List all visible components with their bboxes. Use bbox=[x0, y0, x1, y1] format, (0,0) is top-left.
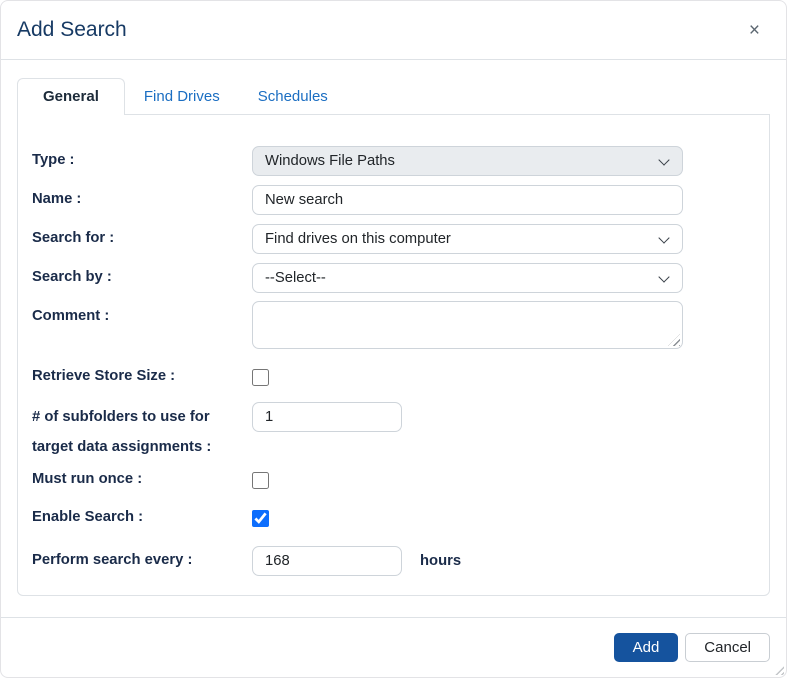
tab-bar: General Find Drives Schedules bbox=[17, 78, 770, 114]
dialog-footer: Add Cancel bbox=[1, 617, 786, 677]
retrieve-store-size-label: Retrieve Store Size : bbox=[32, 367, 252, 387]
page-title: Add Search bbox=[17, 18, 127, 42]
search-by-select[interactable]: --Select-- bbox=[252, 263, 683, 293]
type-select[interactable]: Windows File Paths bbox=[252, 146, 683, 176]
hours-suffix-label: hours bbox=[420, 553, 461, 569]
add-search-dialog: Add Search × General Find Drives Schedul… bbox=[0, 0, 787, 678]
must-run-once-label: Must run once : bbox=[32, 470, 252, 490]
form-row-search-for: Search for : Find drives on this compute… bbox=[32, 224, 755, 254]
add-button[interactable]: Add bbox=[614, 633, 679, 662]
form-row-enable-search: Enable Search : bbox=[32, 508, 755, 528]
tab-content-general: Type : Windows File Paths Name : Search … bbox=[17, 114, 770, 596]
retrieve-store-size-checkbox[interactable] bbox=[252, 369, 269, 386]
must-run-once-checkbox[interactable] bbox=[252, 472, 269, 489]
tab-schedules[interactable]: Schedules bbox=[239, 78, 347, 114]
close-icon[interactable]: × bbox=[743, 19, 766, 42]
form-row-type: Type : Windows File Paths bbox=[32, 146, 755, 176]
cancel-button[interactable]: Cancel bbox=[685, 633, 770, 662]
tab-general[interactable]: General bbox=[17, 78, 125, 115]
type-label: Type : bbox=[32, 151, 252, 171]
body-spacer bbox=[1, 596, 786, 617]
dialog-header: Add Search × bbox=[1, 1, 786, 60]
form-row-must-run-once: Must run once : bbox=[32, 470, 755, 490]
enable-search-checkbox[interactable] bbox=[252, 510, 269, 527]
perform-search-every-field[interactable] bbox=[252, 546, 402, 576]
enable-search-label: Enable Search : bbox=[32, 508, 252, 528]
form-row-comment: Comment : bbox=[32, 301, 755, 349]
perform-search-every-label: Perform search every : bbox=[32, 551, 252, 571]
form-row-subfolders: # of subfolders to use for target data a… bbox=[32, 402, 755, 462]
search-by-label: Search by : bbox=[32, 268, 252, 288]
name-field[interactable] bbox=[252, 185, 683, 215]
subfolders-field[interactable] bbox=[252, 402, 402, 432]
comment-field[interactable] bbox=[252, 301, 683, 349]
form-row-retrieve-store-size: Retrieve Store Size : bbox=[32, 367, 755, 387]
form-row-search-by: Search by : --Select-- bbox=[32, 263, 755, 293]
search-by-select-value: --Select-- bbox=[265, 270, 326, 286]
tab-find-drives[interactable]: Find Drives bbox=[125, 78, 239, 114]
comment-label: Comment : bbox=[32, 301, 252, 331]
form-row-name: Name : bbox=[32, 185, 755, 215]
form-row-perform-search-every: Perform search every : hours bbox=[32, 546, 755, 576]
search-for-select-value: Find drives on this computer bbox=[265, 231, 451, 247]
type-select-value: Windows File Paths bbox=[265, 153, 395, 169]
name-label: Name : bbox=[32, 190, 252, 210]
search-for-label: Search for : bbox=[32, 229, 252, 249]
subfolders-label: # of subfolders to use for target data a… bbox=[32, 402, 252, 462]
search-for-select[interactable]: Find drives on this computer bbox=[252, 224, 683, 254]
